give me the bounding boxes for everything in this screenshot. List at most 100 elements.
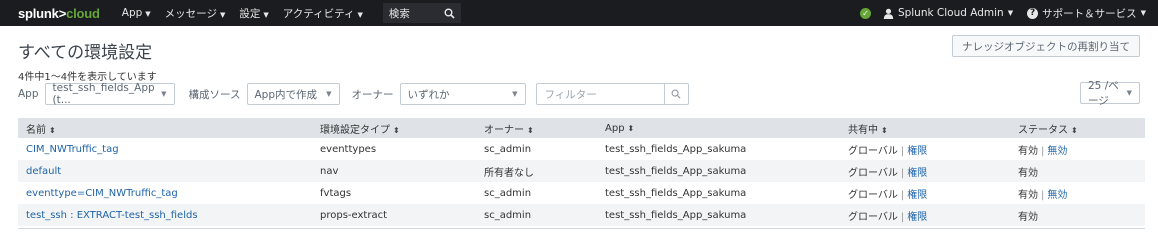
sort-icon: ⬍ [881, 125, 888, 135]
filter-search-button[interactable] [663, 84, 688, 104]
table-bottom-border [18, 228, 1145, 229]
separator: | [1041, 145, 1045, 157]
menu-activity-label: アクティビティ [282, 7, 355, 20]
permissions-link[interactable]: 権限 [907, 168, 927, 179]
column-header-sharing[interactable]: 共有中 ⬍ [840, 118, 1010, 138]
disable-link[interactable]: 無効 [1047, 190, 1067, 201]
per-page-select[interactable]: 25 /ページ ▼ [1080, 80, 1140, 107]
app-filter-value: test_ssh_fields_App (t... [52, 82, 155, 106]
sharing-value: グローバル [848, 211, 898, 223]
logo-brand: splunk> [18, 5, 67, 21]
config-type: fvtags [320, 187, 352, 199]
config-app: test_ssh_fields_App_sakuma [605, 209, 747, 221]
menu-messages[interactable]: メッセージ ▼ [165, 6, 226, 21]
column-label: App [605, 122, 625, 134]
permissions-link[interactable]: 権限 [907, 190, 927, 201]
config-source-select[interactable]: App内で作成 ▼ [246, 83, 340, 105]
menu-app[interactable]: App ▼ [122, 7, 151, 19]
top-nav: splunk>cloud App ▼ メッセージ ▼ 設定 ▼ アクティビティ ▼ 検索… [0, 0, 1158, 26]
filter-placeholder: フィルター [544, 88, 597, 101]
caret-down-icon: ▼ [1140, 9, 1146, 17]
column-header-type[interactable]: 環境設定タイプ ⬍ [312, 118, 476, 138]
owner-filter-select[interactable]: いずれか ▼ [399, 83, 526, 105]
config-type: nav [320, 165, 339, 177]
column-header-owner[interactable]: オーナー ⬍ [476, 118, 597, 138]
user-icon [883, 8, 894, 19]
user-name: Splunk Cloud Admin [897, 7, 1004, 19]
caret-down-icon: ▼ [219, 10, 226, 19]
splunk-cloud-logo[interactable]: splunk>cloud [18, 6, 100, 21]
sharing-value: グローバル [848, 189, 898, 201]
separator: | [900, 211, 905, 223]
main-menu: App ▼ メッセージ ▼ 設定 ▼ アクティビティ ▼ 検索 [122, 3, 461, 23]
health-status-icon[interactable]: ✓ [859, 7, 871, 19]
sort-icon: ⬍ [49, 125, 56, 135]
menu-messages-label: メッセージ [164, 7, 217, 20]
help-menu[interactable]: ? サポート＆サービス ▼ [1027, 6, 1146, 21]
search-icon [444, 8, 455, 19]
caret-down-icon: ▼ [326, 90, 332, 98]
caret-down-icon: ▼ [1126, 89, 1132, 97]
owner-filter-value: いずれか [407, 88, 450, 101]
column-header-name[interactable]: 名前 ⬍ [18, 118, 312, 138]
status-value: 有効 [1018, 211, 1038, 223]
search-icon [671, 89, 681, 99]
table-row: default nav 所有者なし test_ssh_fields_App_sa… [18, 160, 1145, 182]
reassign-knowledge-objects-button[interactable]: ナレッジオブジェクトの再割り当て [952, 35, 1140, 57]
owner-filter-label: オーナー [351, 88, 394, 101]
app-filter-label: App [18, 88, 39, 100]
column-label: 共有中 [848, 124, 878, 136]
help-label: サポート＆サービス [1042, 7, 1137, 20]
config-source-value: App内で作成 [254, 88, 318, 101]
column-header-app[interactable]: App ⬍ [597, 118, 840, 138]
config-app: test_ssh_fields_App_sakuma [605, 187, 747, 199]
config-app: test_ssh_fields_App_sakuma [605, 143, 747, 155]
status-value: 有効 [1018, 167, 1038, 179]
help-icon: ? [1027, 7, 1039, 19]
per-page-value: 25 /ページ [1088, 80, 1119, 107]
sort-icon: ⬍ [393, 125, 400, 135]
nav-search[interactable]: 検索 [382, 3, 461, 23]
disable-link[interactable]: 無効 [1047, 146, 1067, 157]
column-header-status[interactable]: ステータス ⬍ [1010, 118, 1145, 138]
separator: | [1041, 189, 1045, 201]
menu-settings-label: 設定 [239, 7, 261, 20]
column-label: オーナー [484, 124, 524, 136]
menu-activity[interactable]: アクティビティ ▼ [283, 6, 363, 21]
logo-suffix: cloud [66, 5, 100, 21]
config-app: test_ssh_fields_App_sakuma [605, 165, 747, 177]
caret-down-icon: ▼ [512, 90, 518, 98]
status-value: 有効 [1018, 189, 1038, 201]
separator: | [900, 167, 905, 179]
app-filter-select[interactable]: test_ssh_fields_App (t... ▼ [44, 82, 175, 106]
filter-input[interactable]: フィルター [535, 83, 689, 105]
status-value: 有効 [1018, 145, 1038, 157]
table-row: eventtype=CIM_NWTruffic_tag fvtags sc_ad… [18, 182, 1145, 204]
sharing-value: グローバル [848, 167, 898, 179]
sort-icon: ⬍ [627, 123, 635, 133]
config-owner: sc_admin [484, 187, 532, 199]
menu-settings[interactable]: 設定 ▼ [239, 6, 268, 21]
caret-down-icon: ▼ [357, 10, 363, 19]
config-owner: 所有者なし [484, 167, 534, 179]
permissions-link[interactable]: 権限 [907, 212, 927, 223]
config-owner: sc_admin [484, 143, 532, 155]
permissions-link[interactable]: 権限 [907, 146, 927, 157]
user-menu[interactable]: Splunk Cloud Admin ▼ [883, 7, 1013, 19]
result-count: 4件中1〜4件を表示しています [18, 72, 157, 83]
sort-icon: ⬍ [527, 125, 534, 135]
config-name-link[interactable]: CIM_NWTruffic_tag [26, 144, 119, 155]
config-owner: sc_admin [484, 209, 532, 221]
config-name-link[interactable]: test_ssh : EXTRACT-test_ssh_fields [26, 210, 198, 221]
filter-bar: App test_ssh_fields_App (t... ▼ 構成ソース Ap… [0, 80, 1158, 107]
page-title: すべての環境設定 [18, 43, 153, 63]
caret-down-icon: ▼ [161, 90, 167, 98]
table-header-row: 名前 ⬍ 環境設定タイプ ⬍ オーナー ⬍ App ⬍ 共有中 ⬍ ステータス ⬍ [18, 118, 1145, 138]
config-name-link[interactable]: eventtype=CIM_NWTruffic_tag [26, 188, 178, 199]
config-name-link[interactable]: default [26, 166, 61, 177]
config-type: eventtypes [320, 143, 377, 155]
caret-down-icon: ▼ [145, 10, 151, 18]
column-label: 環境設定タイプ [320, 124, 390, 136]
menu-app-label: App [121, 7, 143, 19]
caret-down-icon: ▼ [263, 10, 269, 19]
